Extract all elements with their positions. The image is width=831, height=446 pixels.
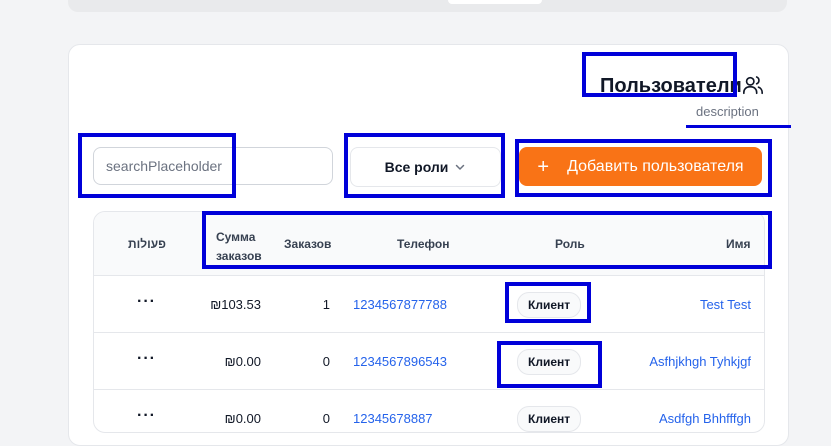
role-badge: Клиент	[517, 406, 582, 432]
row-actions-icon[interactable]: ···	[137, 293, 156, 311]
role-badge: Клиент	[517, 349, 582, 375]
row-total: ₪0.00	[224, 411, 261, 426]
row-phone-link[interactable]: 12345678887	[353, 411, 433, 426]
row-actions-icon[interactable]: ···	[137, 350, 156, 368]
users-table: פעולות Сумма заказов Заказов Телефон Рол…	[93, 211, 765, 433]
top-panel	[68, 0, 787, 12]
roles-filter-label: Все роли	[384, 159, 449, 175]
row-orders: 0	[322, 354, 330, 369]
column-orders: Заказов	[284, 237, 332, 251]
row-phone-link[interactable]: 1234567877788	[353, 297, 447, 312]
row-actions-icon[interactable]: ···	[137, 407, 156, 425]
column-phone: Телефон	[397, 237, 450, 251]
row-total: ₪103.53	[210, 297, 261, 312]
top-panel-tab[interactable]	[448, 0, 542, 4]
row-phone-link[interactable]: 1234567896543	[353, 354, 447, 369]
role-badge: Клиент	[517, 292, 582, 318]
table-header: פעולות Сумма заказов Заказов Телефон Рол…	[94, 212, 764, 276]
row-orders: 1	[322, 297, 330, 312]
row-name-link[interactable]: Test Test	[700, 297, 751, 312]
search-input[interactable]	[93, 147, 333, 185]
page-description: description	[696, 104, 759, 119]
column-name: Имя	[726, 237, 751, 251]
row-name-link[interactable]: Asfhjkhgh Tyhkjgf	[649, 354, 751, 369]
row-name-link[interactable]: Asdfgh Bhhfffgh	[659, 411, 751, 426]
column-total-orders: Сумма заказов	[216, 230, 262, 263]
page-title: Пользователи	[600, 75, 742, 97]
add-user-label: Добавить пользователя	[567, 157, 744, 175]
table-row[interactable]: ··· ₪0.00 0 1234567896543 Клиент Asfhjkh…	[94, 333, 764, 390]
row-total: ₪0.00	[224, 354, 261, 369]
column-actions: פעולות	[128, 237, 166, 251]
row-orders: 0	[322, 411, 330, 426]
roles-filter-dropdown[interactable]: Все роли	[350, 147, 501, 187]
table-row[interactable]: ··· ₪0.00 0 12345678887 Клиент Asdfgh Bh…	[94, 390, 764, 432]
plus-icon: +	[537, 155, 550, 178]
chevron-down-icon	[456, 164, 465, 170]
add-user-button[interactable]: + Добавить пользователя	[519, 147, 762, 186]
users-icon	[743, 76, 763, 95]
column-role: Роль	[555, 237, 585, 251]
table-row[interactable]: ··· ₪103.53 1 1234567877788 Клиент Test …	[94, 276, 764, 333]
